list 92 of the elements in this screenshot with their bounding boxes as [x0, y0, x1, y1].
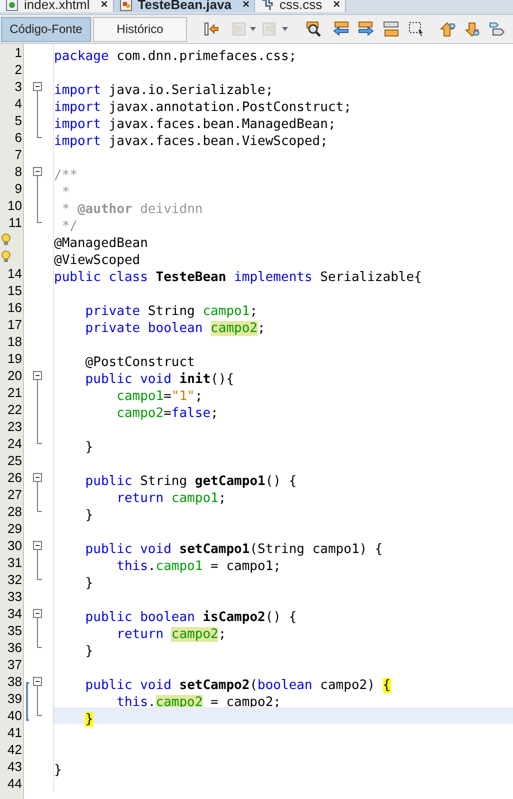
line-number: 19 [8, 350, 22, 368]
close-button[interactable]: × [333, 0, 340, 12]
file-tab[interactable]: css.css × [255, 0, 346, 12]
code-line: /** [54, 167, 78, 184]
class-file-icon [118, 0, 133, 12]
line-number: 8 [14, 162, 22, 181]
code-line: campo2=false; [116, 405, 218, 422]
line-number: 30 [8, 536, 22, 555]
line-number: 24 [8, 434, 22, 453]
line-number: 40 [8, 706, 22, 725]
code-line: campo1="1"; [116, 388, 203, 405]
code-line: public void setCampo1(String campo1) { [84, 541, 383, 558]
line-number: 33 [8, 588, 22, 606]
line-number: 37 [8, 656, 22, 674]
bookmark-icon[interactable] [489, 20, 506, 38]
code-line: import javax.faces.bean.ManagedBean; [54, 116, 336, 133]
code-line: */ [60, 218, 78, 235]
code-line: @ViewScoped [54, 252, 140, 269]
view-tab[interactable]: Código-Fonte [1, 16, 91, 42]
code-line: } [54, 762, 62, 779]
code-line: this.campo1 = campo1; [116, 558, 281, 575]
code-line: * @author deividnn [60, 201, 203, 218]
line-number: 1 [14, 44, 22, 62]
code-line: public void init(){ [84, 371, 234, 388]
line-number: 20 [8, 366, 22, 385]
line-number: 16 [8, 298, 22, 317]
code-line: } [84, 507, 94, 524]
code-line: package com.dnn.primefaces.css; [54, 48, 297, 65]
code-line: import java.io.Serializable; [54, 82, 274, 99]
line-number: 25 [8, 452, 22, 470]
line-number: 5 [14, 112, 22, 130]
lightbulb-icon[interactable] [1, 233, 11, 246]
line-number: 26 [8, 468, 22, 487]
line-number: 7 [14, 146, 22, 164]
code-line: } [84, 575, 94, 592]
line-number: 22 [8, 400, 22, 419]
code-line: public String getCampo1() { [84, 473, 297, 490]
code-line: public class TesteBean implements Serializable{ [54, 269, 422, 286]
line-number: 10 [8, 196, 22, 215]
code-line: * [60, 184, 70, 201]
line-number: 32 [8, 570, 22, 589]
line-number: 36 [8, 638, 22, 657]
close-button[interactable]: × [100, 0, 108, 12]
line-number: 35 [8, 622, 22, 640]
line-number: 42 [8, 740, 22, 759]
left-arrow-icon[interactable] [333, 20, 350, 38]
code-line: public boolean isCampo2() { [84, 609, 297, 626]
code-line: private boolean campo2; [84, 320, 266, 337]
line-number: 27 [8, 486, 22, 504]
view-tab[interactable]: Histórico [93, 16, 187, 42]
line-number: 31 [8, 554, 22, 572]
line-number: 44 [8, 774, 22, 793]
page-icon [5, 0, 19, 12]
line-number: 11 [8, 214, 22, 232]
search-icon[interactable] [306, 20, 323, 38]
line-number: 41 [8, 724, 22, 742]
line-number: 4 [14, 94, 22, 113]
code-line: return campo1; [116, 490, 226, 507]
selection-icon[interactable] [408, 20, 425, 38]
line-number: 14 [8, 264, 22, 283]
line-number: 6 [14, 128, 22, 147]
line-number: 39 [8, 690, 22, 708]
lightbulb-icon[interactable] [1, 250, 11, 263]
code-line: import javax.annotation.PostConstruct; [54, 99, 352, 116]
down-arrow-icon[interactable] [464, 20, 481, 38]
code-line: import javax.faces.bean.ViewScoped; [54, 133, 328, 150]
stylesheet-icon [260, 0, 274, 12]
line-number: 21 [8, 384, 22, 402]
line-number: 17 [8, 316, 22, 334]
right-arrow-icon[interactable] [358, 20, 375, 38]
line-number: 9 [14, 180, 22, 198]
close-button[interactable]: × [242, 0, 250, 12]
line-number: 3 [14, 78, 22, 96]
line-number: 15 [8, 282, 22, 300]
code-line: private String campo1; [84, 303, 258, 320]
jump-icon[interactable] [203, 20, 220, 38]
code-line: } [84, 643, 94, 660]
code-line: return campo2; [116, 626, 226, 643]
line-number: 2 [14, 60, 22, 79]
line-number: 34 [8, 604, 22, 623]
code-line: public void setCampo2(boolean campo2) { [84, 677, 391, 694]
line-number: 18 [8, 332, 22, 351]
highlight-icon[interactable] [383, 20, 400, 38]
line-number: 28 [8, 502, 22, 521]
line-number: 38 [8, 672, 22, 691]
line-number: 29 [8, 520, 22, 538]
code-line: @PostConstruct [84, 354, 195, 371]
line-number: 43 [8, 758, 22, 776]
code-line: } [84, 439, 94, 456]
code-line: @ManagedBean [54, 235, 148, 252]
up-arrow-icon[interactable] [439, 20, 456, 38]
line-number: 23 [8, 418, 22, 436]
